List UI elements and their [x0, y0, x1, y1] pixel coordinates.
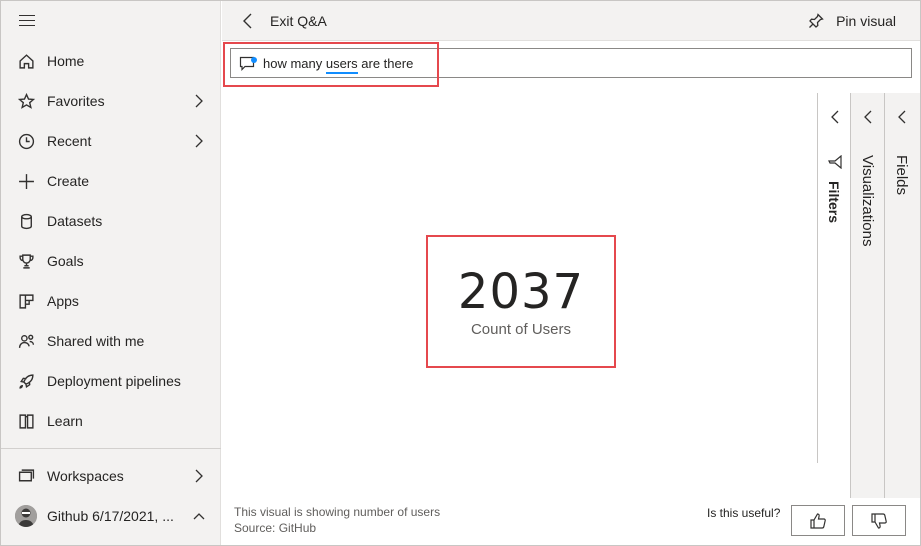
- fields-pane-title: Fields: [893, 155, 910, 196]
- chevron-left-icon[interactable]: [862, 110, 874, 124]
- sidebar-item-label: Apps: [47, 293, 79, 309]
- workspaces-icon: [1, 468, 47, 485]
- sidebar-item-workspaces[interactable]: Workspaces: [1, 456, 221, 496]
- sidebar-item-label: Home: [47, 53, 85, 69]
- filter-icon: [828, 154, 842, 170]
- chevron-left-icon: [243, 13, 252, 29]
- sidebar-divider: [1, 448, 221, 449]
- visualizations-pane-title: Visualizations: [859, 155, 876, 247]
- trophy-icon: [1, 253, 47, 270]
- visual-source: Source: GitHub: [234, 521, 317, 535]
- sidebar-item-datasets[interactable]: Datasets: [1, 201, 221, 241]
- filters-pane[interactable]: Filters: [817, 93, 851, 463]
- result-card-visual[interactable]: 2037 Count of Users: [426, 235, 616, 368]
- book-icon: [1, 413, 47, 430]
- exit-qna-button[interactable]: Exit Q&A: [242, 1, 327, 41]
- plus-icon: [1, 173, 47, 190]
- chevron-up-icon: [193, 509, 205, 523]
- qna-toolbar: Exit Q&A Pin visual: [222, 1, 920, 41]
- pin-visual-button[interactable]: Pin visual: [808, 1, 896, 41]
- sidebar-item-label: Learn: [47, 413, 83, 429]
- exit-qna-label: Exit Q&A: [270, 13, 327, 29]
- visualizations-pane[interactable]: Visualizations: [850, 93, 884, 498]
- database-icon: [1, 213, 47, 230]
- sidebar-item-apps[interactable]: Apps: [1, 281, 221, 321]
- hamburger-menu-icon[interactable]: [19, 15, 35, 27]
- shared-icon: [1, 333, 47, 350]
- feedback-prompt: Is this useful?: [707, 506, 781, 520]
- chevron-left-icon[interactable]: [829, 110, 841, 124]
- sidebar-item-label: Recent: [47, 133, 92, 149]
- visual-info: This visual is showing number of users S…: [234, 504, 440, 536]
- fields-pane[interactable]: Fields: [884, 93, 920, 498]
- sidebar-item-label: Favorites: [47, 93, 105, 109]
- chevron-right-icon: [193, 94, 205, 108]
- sidebar-item-recent[interactable]: Recent: [1, 121, 221, 161]
- clock-icon: [1, 133, 47, 150]
- sidebar-item-create[interactable]: Create: [1, 161, 221, 201]
- sidebar-item-label: Goals: [47, 253, 84, 269]
- thumbs-up-icon: [810, 512, 826, 529]
- sidebar-item-goals[interactable]: Goals: [1, 241, 221, 281]
- pin-icon: [809, 13, 824, 28]
- sidebar-item-label: Shared with me: [47, 333, 145, 349]
- visual-description: This visual is showing number of users: [234, 505, 441, 519]
- sidebar-item-current-workspace[interactable]: Github 6/17/2021, ...: [1, 496, 221, 536]
- filters-pane-title: Filters: [826, 181, 842, 224]
- question-highlight-box: [223, 42, 439, 87]
- chevron-right-icon: [193, 134, 205, 148]
- sidebar-item-learn[interactable]: Learn: [1, 401, 221, 441]
- sidebar-item-label: Deployment pipelines: [47, 373, 181, 389]
- thumbs-down-icon: [871, 512, 887, 529]
- sidebar: Home Favorites Recent Create Datasets Go…: [1, 1, 221, 545]
- sidebar-item-shared[interactable]: Shared with me: [1, 321, 221, 361]
- home-icon: [1, 53, 47, 70]
- sidebar-item-home[interactable]: Home: [1, 41, 221, 81]
- pin-visual-label: Pin visual: [836, 13, 896, 29]
- sidebar-item-deployment-pipelines[interactable]: Deployment pipelines: [1, 361, 221, 401]
- chevron-left-icon[interactable]: [896, 110, 908, 124]
- chevron-right-icon: [193, 469, 205, 483]
- apps-icon: [1, 293, 47, 310]
- sidebar-item-label: Github 6/17/2021, ...: [47, 508, 174, 524]
- card-caption: Count of Users: [470, 321, 572, 338]
- sidebar-item-label: Datasets: [47, 213, 103, 229]
- thumbs-up-button[interactable]: [791, 505, 845, 536]
- sidebar-item-label: Workspaces: [47, 468, 124, 484]
- sidebar-item-label: Create: [47, 173, 90, 189]
- thumbs-down-button[interactable]: [852, 505, 906, 536]
- sidebar-item-favorites[interactable]: Favorites: [1, 81, 221, 121]
- workspace-avatar: [15, 505, 37, 527]
- rocket-icon: [1, 373, 47, 390]
- card-value: 2037: [457, 264, 585, 320]
- star-icon: [1, 92, 47, 110]
